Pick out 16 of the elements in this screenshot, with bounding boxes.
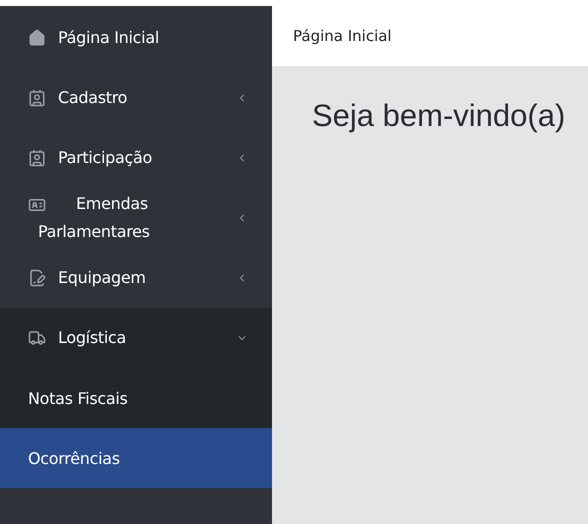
id-card-icon [28, 196, 46, 214]
sidebar-item[interactable]: Cadastro [0, 68, 272, 128]
contact-card-icon [28, 149, 46, 167]
sidebar-item[interactable]: Página Inicial [0, 8, 272, 68]
submenu-item[interactable]: Ocorrências [0, 428, 272, 488]
sidebar-item[interactable]: Participação [0, 128, 272, 188]
contact-card-icon [28, 89, 46, 107]
welcome-heading: Seja bem-vindo(a) [312, 98, 566, 134]
breadcrumb: Página Inicial [272, 6, 588, 66]
submenu-item[interactable]: Notas Fiscais [0, 368, 272, 428]
sidebar-item[interactable]: Equipagem [0, 248, 272, 308]
truck-icon [28, 329, 46, 347]
sidebar-item[interactable]: Logística [0, 308, 272, 368]
signature-icon [28, 269, 46, 287]
home-icon [28, 29, 46, 47]
sidebar-item[interactable]: Emendas Parlamentares [0, 188, 272, 248]
